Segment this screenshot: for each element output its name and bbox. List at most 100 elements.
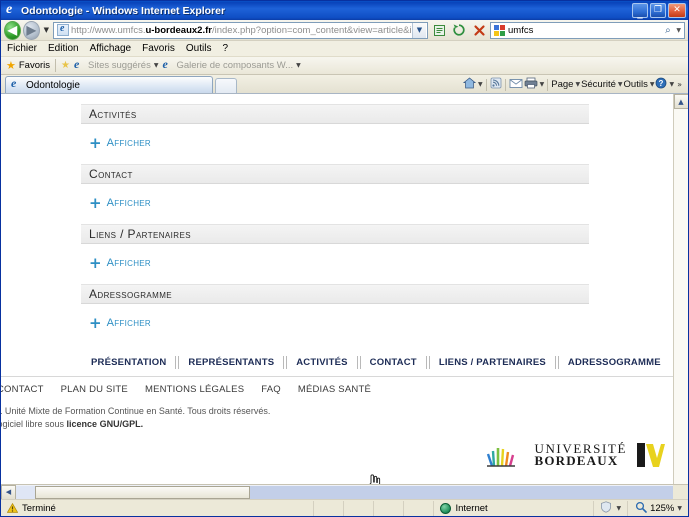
help-menu-button[interactable]: ? ▼ — [655, 77, 674, 92]
search-box[interactable]: umfcs ⌕ ▼ — [490, 21, 685, 39]
tools-menu-button[interactable]: Outils ▼ — [624, 79, 655, 90]
chevron-down-icon[interactable]: ▼ — [616, 505, 621, 512]
resize-grip[interactable] — [673, 484, 688, 500]
security-zone[interactable]: Internet — [433, 500, 593, 516]
toggle-adressogramme[interactable]: + Afficher — [89, 315, 673, 330]
copyright-prefix: un logiciel libre sous — [1, 419, 65, 429]
section-header-liens-partenaires[interactable]: Liens / Partenaires — [81, 224, 589, 244]
footer-nav-liens-partenaires[interactable]: LIENS / PARTENAIRES — [430, 357, 555, 368]
recent-pages-dropdown[interactable]: ▼ — [42, 26, 51, 34]
chevron-down-icon[interactable]: ▼ — [154, 62, 159, 69]
horizontal-scroll-thumb[interactable] — [35, 485, 250, 499]
footer-nav-activites[interactable]: ACTIVITÉS — [287, 357, 356, 368]
partner-logo — [635, 440, 665, 470]
menu-item-fichier[interactable]: Fichier — [7, 43, 37, 54]
chevron-down-icon[interactable]: ▼ — [478, 81, 483, 88]
rss-glyph — [490, 77, 502, 89]
scroll-up-button[interactable]: ▲ — [673, 94, 688, 109]
suggested-sites-button[interactable]: Sites suggérés ▼ — [73, 57, 159, 72]
refresh-button[interactable] — [450, 21, 468, 39]
footer-link-faq[interactable]: FAQ — [261, 384, 281, 395]
toggle-activites[interactable]: + Afficher — [89, 135, 673, 150]
url-path: /index.php?option=com_content&view=artic… — [211, 24, 412, 36]
menu-item-affichage[interactable]: Affichage — [90, 43, 132, 54]
home-button[interactable]: ▼ — [462, 77, 483, 92]
protected-mode-status[interactable]: ▼ — [593, 500, 627, 516]
h-scroll-track-right[interactable] — [250, 485, 673, 499]
address-bar-text: http://www.umfcs.u-bordeaux2.fr/index.ph… — [71, 25, 412, 36]
license-link[interactable]: licence GNU/GPL. — [67, 419, 144, 429]
internet-explorer-icon — [161, 57, 173, 72]
footer-nav-representants[interactable]: REPRÉSENTANTS — [179, 357, 283, 368]
toggle-contact[interactable]: + Afficher — [89, 195, 673, 210]
partner-logo-glyph — [637, 443, 665, 467]
compatibility-view-icon[interactable] — [430, 21, 448, 39]
menu-item-favoris[interactable]: Favoris — [142, 43, 175, 54]
footer-link-plan-du-site[interactable]: PLAN DU SITE — [61, 384, 128, 395]
minimize-button[interactable]: _ — [632, 3, 648, 18]
vertical-scrollbar[interactable]: ▲ — [673, 94, 688, 484]
internet-zone-icon — [440, 502, 452, 514]
menu-item-edition[interactable]: Edition — [48, 43, 79, 54]
print-button[interactable]: ▼ — [524, 77, 545, 92]
chevron-down-icon[interactable]: ▼ — [540, 81, 545, 88]
h-scroll-track-left[interactable] — [16, 485, 35, 499]
horizontal-scrollbar[interactable]: ◀ — [1, 484, 688, 500]
footer-nav-adressogramme[interactable]: ADRESSOGRAMME — [559, 357, 670, 368]
minimize-icon: _ — [637, 6, 643, 19]
search-provider-dropdown[interactable]: ▼ — [676, 27, 683, 34]
vertical-scroll-track[interactable] — [673, 109, 688, 484]
command-bar: ▼ ▼ Page ▼ Sécurité ▼ Outils ▼ ? ▼ » — [462, 75, 688, 94]
chevron-down-icon[interactable]: ▼ — [618, 81, 623, 88]
magnifier-glyph — [636, 501, 647, 513]
favorites-button[interactable]: ★ Favoris — [6, 59, 50, 72]
security-menu-button[interactable]: Sécurité ▼ — [581, 79, 622, 90]
footer-navigation: PRÉSENTATION REPRÉSENTANTS ACTIVITÉS CON… — [89, 356, 661, 369]
back-button[interactable]: ◀ — [4, 20, 21, 40]
warning-glyph — [6, 502, 19, 513]
footer-nav-contact[interactable]: CONTACT — [361, 357, 426, 368]
internet-explorer-icon — [73, 57, 85, 72]
forward-button[interactable]: ▶ — [22, 20, 40, 40]
maximize-button[interactable]: ❐ — [650, 3, 666, 18]
footer-link-medias-sante[interactable]: MÉDIAS SANTÉ — [298, 384, 371, 395]
zoom-control[interactable]: 125% ▼ — [627, 500, 686, 516]
chevron-down-icon[interactable]: ▼ — [669, 81, 674, 88]
tab-odontologie[interactable]: Odontologie — [5, 76, 213, 93]
add-favorite-icon[interactable]: ★ — [61, 60, 70, 71]
new-tab-button[interactable] — [215, 78, 237, 93]
footer-link-contact[interactable]: CONTACT — [1, 384, 44, 395]
web-slice-gallery-button[interactable]: Galerie de composants W... ▼ — [161, 57, 301, 72]
chevron-down-icon[interactable]: ▼ — [575, 81, 580, 88]
menu-item-outils[interactable]: Outils — [186, 43, 212, 54]
section-header-contact[interactable]: Contact — [81, 164, 589, 184]
read-mail-button[interactable] — [509, 78, 523, 92]
section-header-adressogramme[interactable]: Adressogramme — [81, 284, 589, 304]
toolbar-overflow-button[interactable]: » — [675, 80, 684, 89]
stop-button[interactable] — [470, 21, 488, 39]
toggle-liens-partenaires[interactable]: + Afficher — [89, 255, 673, 270]
scroll-left-button[interactable]: ◀ — [1, 484, 16, 500]
search-icon[interactable]: ⌕ — [659, 25, 676, 36]
internet-explorer-icon — [4, 2, 18, 18]
menu-item-help[interactable]: ? — [222, 43, 228, 54]
chevron-down-icon[interactable]: ▼ — [296, 62, 301, 69]
footer-link-mentions-legales[interactable]: MENTIONS LÉGALES — [145, 384, 244, 395]
section-header-activites[interactable]: Activités — [81, 104, 589, 124]
zone-label: Internet — [455, 502, 488, 514]
chevron-down-icon[interactable]: ▼ — [677, 505, 682, 512]
toolbar-separator — [547, 78, 549, 91]
address-dropdown-button[interactable]: ▼ — [412, 22, 426, 38]
tree-mark-glyph — [487, 448, 516, 467]
footer-nav-presentation[interactable]: PRÉSENTATION — [89, 357, 175, 368]
page-menu-button[interactable]: Page ▼ — [551, 79, 580, 90]
close-button[interactable]: ✕ — [668, 3, 686, 18]
print-icon — [524, 77, 538, 92]
forward-arrow-icon: ▶ — [26, 23, 36, 37]
feeds-button[interactable] — [490, 77, 502, 92]
shield-glyph — [601, 500, 612, 513]
address-bar[interactable]: http://www.umfcs.u-bordeaux2.fr/index.ph… — [53, 21, 428, 39]
tab-label: Odontologie — [26, 79, 80, 91]
chevron-down-icon[interactable]: ▼ — [650, 81, 655, 88]
mouse-cursor — [366, 473, 382, 484]
